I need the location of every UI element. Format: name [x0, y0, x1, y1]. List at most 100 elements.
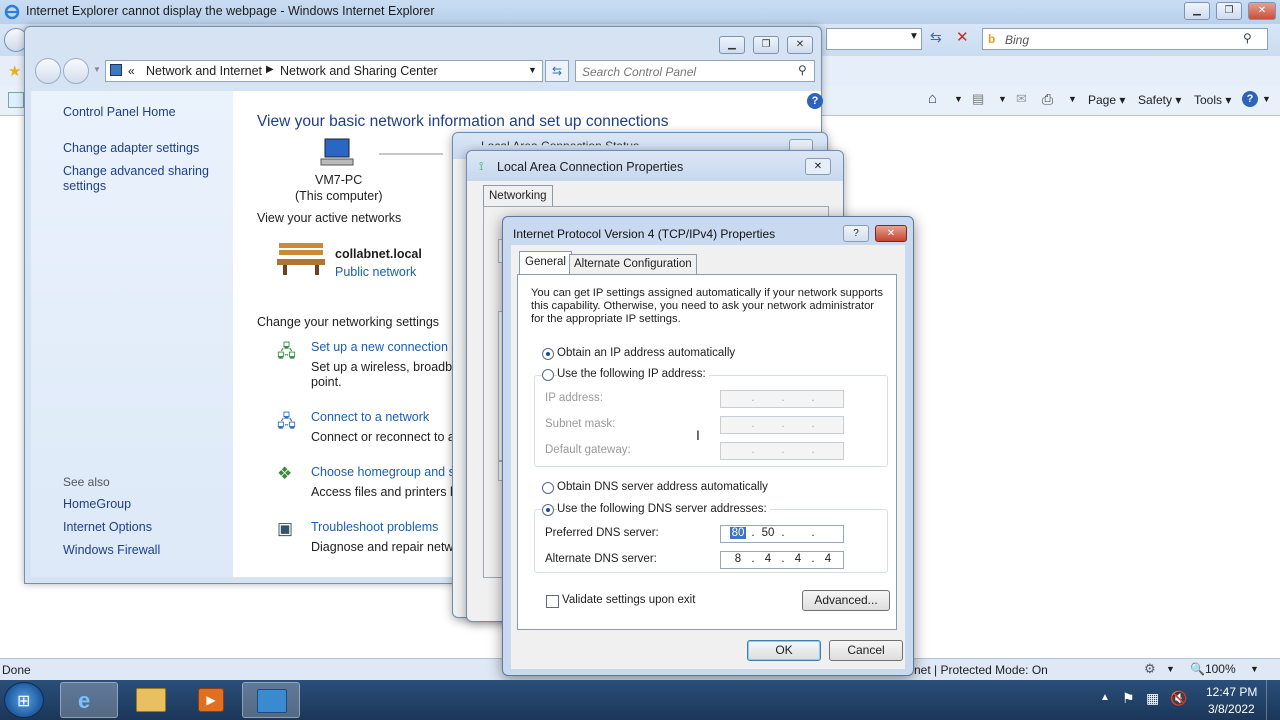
alternate-dns-octet-4[interactable]: 4	[817, 553, 839, 565]
zoom-dropdown-icon[interactable]: ▼	[1250, 664, 1259, 674]
dns-manual-radio[interactable]	[542, 504, 554, 516]
refresh-icon[interactable]: ⇆	[930, 29, 942, 46]
task-connect-network[interactable]: Connect to a network	[311, 410, 429, 424]
mail-icon[interactable]: ✉	[1016, 91, 1027, 107]
cp-refresh-button[interactable]: ⇆	[545, 60, 569, 82]
ipv4-help-button[interactable]: ?	[843, 225, 869, 242]
maximize-button[interactable]: ❐	[1216, 2, 1242, 20]
cp-minimize-button[interactable]: ▁	[719, 36, 745, 54]
home-icon[interactable]: ⌂	[928, 90, 937, 107]
ip-manual-label[interactable]: Use the following IP address:	[557, 368, 709, 380]
preferred-dns-octet-2[interactable]: 50	[757, 527, 779, 539]
subnet-mask-input[interactable]: ...	[720, 416, 844, 434]
breadcrumb-sharing-center[interactable]: Network and Sharing Center	[280, 64, 438, 78]
breadcrumb-network-internet[interactable]: Network and Internet	[146, 64, 262, 78]
alternate-dns-octet-2[interactable]: 4	[757, 553, 779, 565]
advanced-button[interactable]: Advanced...	[802, 590, 890, 611]
cp-help-icon[interactable]: ?	[807, 93, 823, 109]
tray-overflow-icon[interactable]: ▲	[1100, 692, 1110, 703]
show-desktop-button[interactable]	[1266, 680, 1280, 720]
cp-close-button[interactable]: ✕	[787, 36, 813, 54]
start-button[interactable]: ⊞	[4, 682, 44, 718]
breadcrumb-overflow[interactable]: «	[128, 64, 135, 78]
address-dropdown-icon[interactable]: ▼	[909, 31, 919, 42]
general-tab-panel: You can get IP settings assigned automat…	[517, 274, 897, 630]
breadcrumb-separator-icon[interactable]: ▶	[266, 64, 274, 75]
see-also-internet-options[interactable]: Internet Options	[63, 520, 152, 534]
ok-button[interactable]: OK	[747, 640, 821, 661]
ipv4-close-button[interactable]: ✕	[875, 225, 907, 242]
security-icon[interactable]: ⚙	[1144, 661, 1156, 677]
volume-muted-icon[interactable]: 🔇	[1170, 690, 1187, 707]
action-center-flag-icon[interactable]: ⚑	[1122, 690, 1135, 707]
ie-titlebar: Internet Explorer cannot display the web…	[0, 0, 1280, 24]
alternate-dns-octet-3[interactable]: 4	[787, 553, 809, 565]
network-tray-icon[interactable]: ▦	[1146, 690, 1159, 707]
task-setup-connection[interactable]: Set up a new connection o	[311, 340, 458, 354]
lac-close-button[interactable]: ✕	[805, 158, 831, 175]
cp-maximize-button[interactable]: ❐	[753, 36, 779, 54]
zoom-control[interactable]: 🔍100%	[1190, 662, 1236, 676]
search-icon[interactable]: ⚲	[1243, 31, 1252, 45]
see-also-homegroup[interactable]: HomeGroup	[63, 497, 131, 511]
task-homegroup[interactable]: Choose homegroup and sh	[311, 465, 462, 479]
cp-back-button[interactable]	[35, 58, 61, 84]
sidebar-change-adapter-settings[interactable]: Change adapter settings	[63, 141, 199, 155]
cp-forward-button[interactable]	[63, 58, 89, 84]
dns-manual-label[interactable]: Use the following DNS server addresses:	[557, 503, 770, 515]
alternate-dns-input[interactable]: 8 . 4 . 4 . 4	[720, 551, 844, 569]
default-gateway-input[interactable]: ...	[720, 442, 844, 460]
active-networks-heading: View your active networks	[257, 211, 402, 225]
feeds-dropdown-icon[interactable]: ▼	[998, 94, 1007, 104]
validate-checkbox[interactable]	[546, 595, 559, 608]
sidebar-change-advanced-sharing[interactable]: Change advanced sharing settings	[63, 164, 213, 194]
ip-manual-radio[interactable]	[542, 369, 554, 381]
bing-search-input[interactable]: b Bing ⚲	[982, 28, 1268, 50]
cp-address-bar[interactable]: « Network and Internet ▶ Network and Sha…	[105, 60, 543, 82]
alternate-dns-octet-1[interactable]: 8	[727, 553, 749, 565]
safety-menu[interactable]: Safety ▾	[1138, 93, 1181, 107]
ip-auto-label[interactable]: Obtain an IP address automatically	[557, 347, 735, 359]
print-dropdown-icon[interactable]: ▼	[1068, 94, 1077, 104]
minimize-button[interactable]: ▁	[1184, 2, 1210, 20]
page-menu[interactable]: Page ▾	[1088, 93, 1125, 107]
see-also-windows-firewall[interactable]: Windows Firewall	[63, 543, 160, 557]
tools-menu[interactable]: Tools ▾	[1194, 93, 1231, 107]
close-button[interactable]: ✕	[1248, 2, 1276, 20]
cancel-button[interactable]: Cancel	[829, 640, 903, 661]
bing-search-placeholder: Bing	[1005, 33, 1030, 47]
preferred-dns-octet-1[interactable]: 80	[730, 527, 746, 539]
help-icon[interactable]: ?	[1242, 91, 1258, 107]
validate-label[interactable]: Validate settings upon exit	[562, 594, 695, 606]
recent-pages-icon[interactable]: ▼	[93, 65, 101, 74]
address-input[interactable]: ▼	[826, 28, 922, 50]
taskbar-control-panel-button[interactable]	[242, 682, 300, 718]
feeds-icon[interactable]: ▤	[972, 91, 984, 107]
help-dropdown-icon[interactable]: ▼	[1262, 94, 1271, 104]
network-type-link[interactable]: Public network	[335, 265, 416, 279]
sidebar-control-panel-home[interactable]: Control Panel Home	[63, 105, 176, 119]
address-dropdown-icon[interactable]: ▼	[528, 65, 537, 75]
security-dropdown-icon[interactable]: ▼	[1166, 664, 1175, 674]
dns-auto-radio[interactable]	[542, 482, 554, 494]
cp-search-icon[interactable]: ⚲	[798, 63, 807, 77]
taskbar-media-button[interactable]: ▶	[182, 682, 240, 718]
preferred-dns-input[interactable]: 80 . 50 . .	[720, 525, 844, 543]
home-dropdown-icon[interactable]: ▼	[954, 94, 963, 104]
tab-alternate-configuration[interactable]: Alternate Configuration	[569, 254, 697, 274]
task-troubleshoot[interactable]: Troubleshoot problems	[311, 520, 438, 534]
clock-date[interactable]: 3/8/2022	[1208, 702, 1255, 716]
ip-address-input[interactable]: ...	[720, 390, 844, 408]
taskbar-explorer-button[interactable]	[122, 682, 180, 718]
print-icon[interactable]: ⎙	[1042, 91, 1053, 108]
ip-auto-radio[interactable]	[542, 348, 554, 360]
stop-icon[interactable]: ✕	[956, 28, 969, 46]
cp-search-input[interactable]: Search Control Panel ⚲	[575, 60, 815, 82]
tab-page-icon[interactable]	[8, 92, 24, 108]
taskbar-ie-button[interactable]: e	[60, 682, 118, 718]
dns-auto-label[interactable]: Obtain DNS server address automatically	[557, 481, 768, 493]
clock-time[interactable]: 12:47 PM	[1206, 685, 1257, 699]
favorites-star-icon[interactable]: ★	[8, 62, 21, 80]
tab-general[interactable]: General	[519, 251, 572, 275]
tab-networking[interactable]: Networking	[483, 185, 553, 207]
